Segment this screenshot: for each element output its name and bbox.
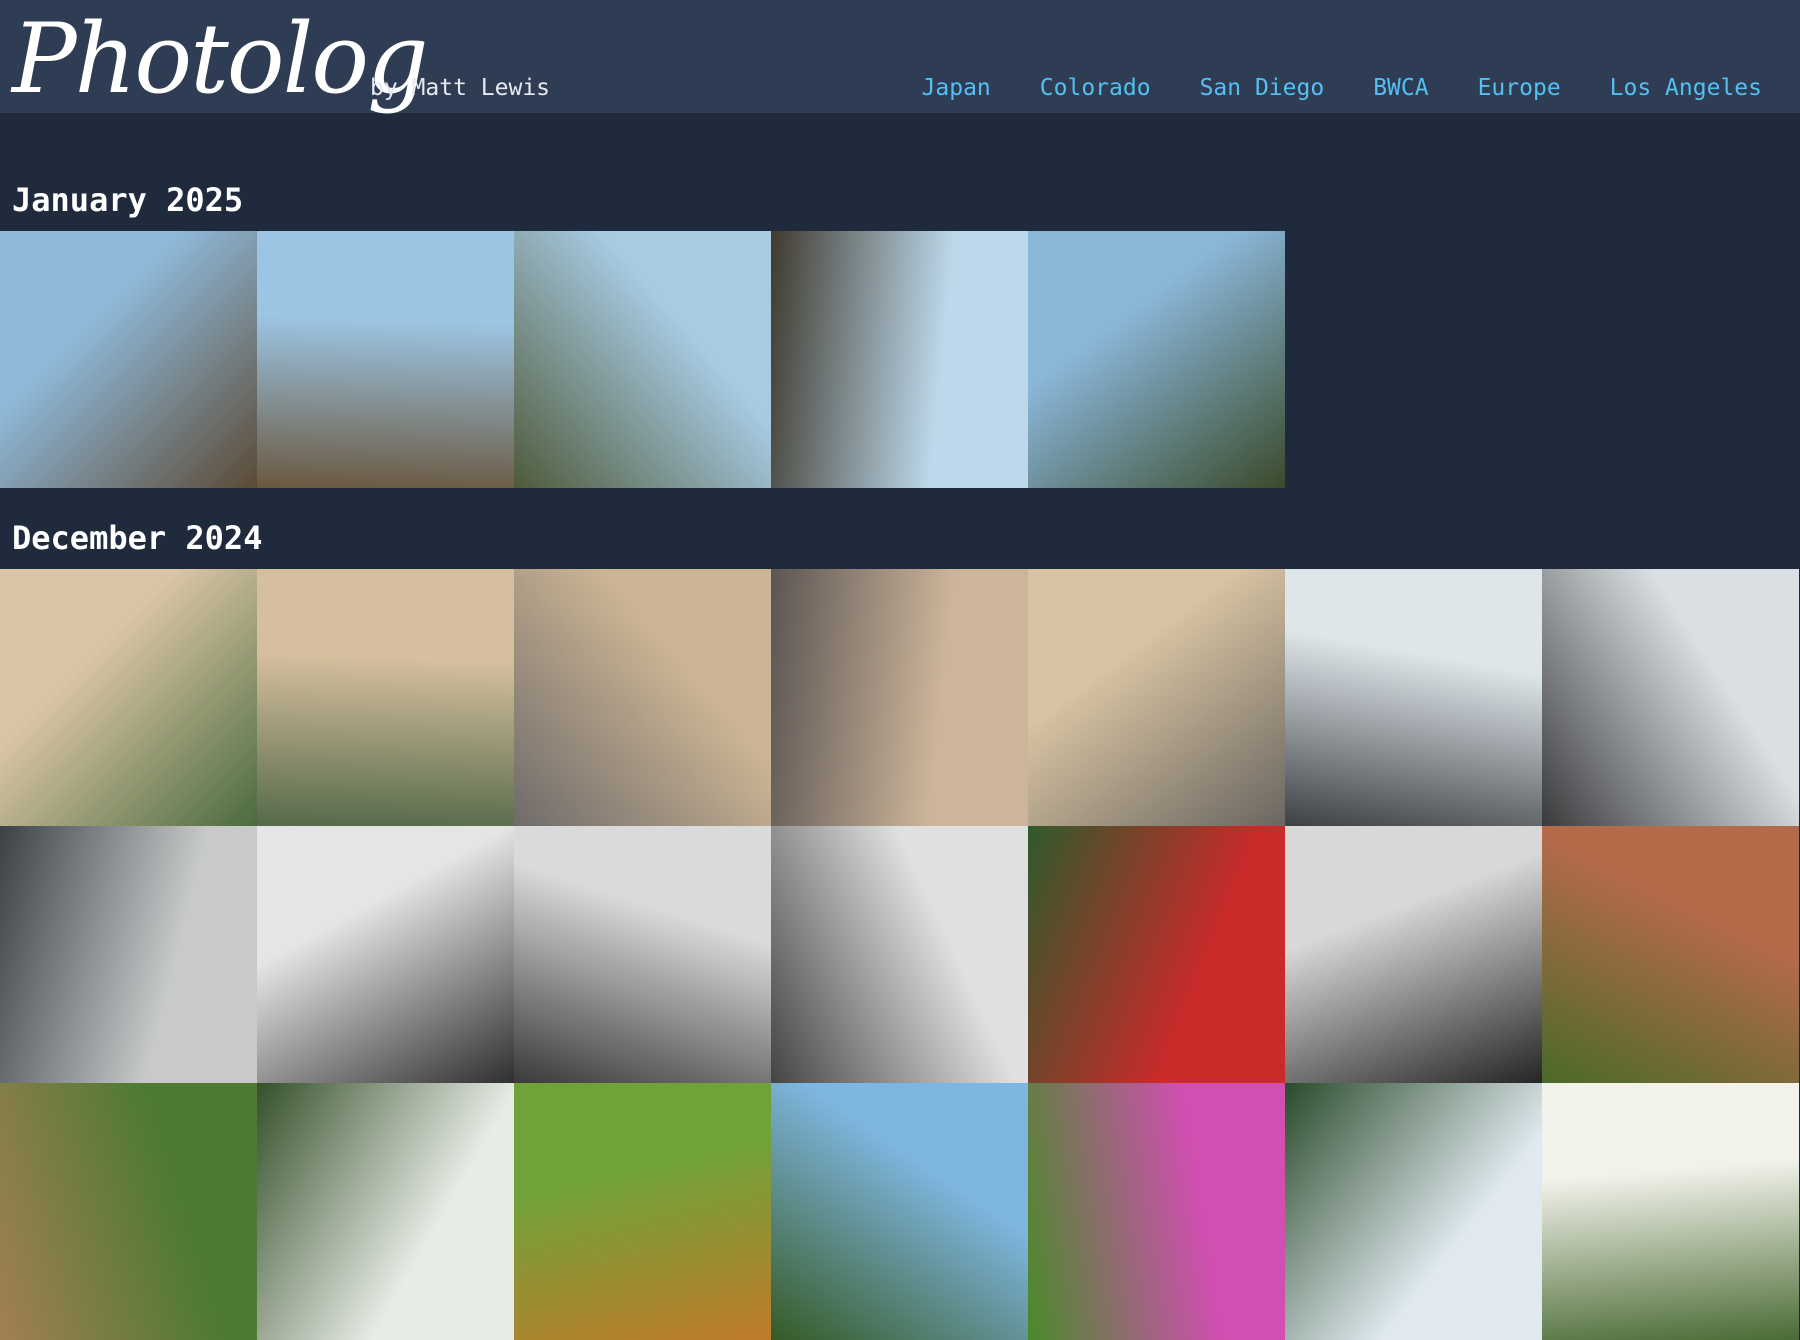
photo-thumbnail-geisel-library-side[interactable] — [771, 231, 1028, 488]
photo-grid-january-2025 — [0, 231, 1800, 488]
nav-link-colorado[interactable]: Colorado — [1040, 74, 1151, 102]
main-nav: Japan Colorado San Diego BWCA Europe Los… — [922, 74, 1762, 102]
nav-link-san-diego[interactable]: San Diego — [1200, 74, 1325, 102]
photo-thumbnail-roller-skater-dance[interactable] — [514, 569, 771, 826]
nav-link-europe[interactable]: Europe — [1478, 74, 1561, 102]
photo-thumbnail-lantern-trees[interactable] — [257, 1083, 514, 1340]
photo-thumbnail-crosswalk-bw[interactable] — [514, 826, 771, 1083]
nav-link-bwca[interactable]: BWCA — [1373, 74, 1428, 102]
photo-thumbnail-bougainvillea[interactable] — [1028, 1083, 1285, 1340]
photo-thumbnail-garden-topiary[interactable] — [0, 1083, 257, 1340]
section-title-january-2025: January 2025 — [12, 181, 244, 219]
photo-thumbnail-roller-skaters[interactable] — [257, 569, 514, 826]
site-logo[interactable]: Photolog — [12, 0, 429, 118]
photo-thumbnail-geisel-library-brutalist[interactable] — [0, 231, 257, 488]
photo-thumbnail-fan-palm[interactable] — [1285, 1083, 1542, 1340]
photo-thumbnail-palm-tree-sky[interactable] — [771, 1083, 1028, 1340]
photo-thumbnail-skateboarder-bowl[interactable] — [0, 826, 257, 1083]
photo-thumbnail-scooter-rider[interactable] — [1542, 569, 1799, 826]
photo-thumbnail-charlotte-tilbury-bw[interactable] — [771, 826, 1028, 1083]
photo-thumbnail-farmers-market-bw[interactable] — [1285, 826, 1542, 1083]
nav-link-japan[interactable]: Japan — [922, 74, 991, 102]
photo-thumbnail-christmas-ornaments[interactable] — [1028, 826, 1285, 1083]
photo-thumbnail-geisel-library-front[interactable] — [514, 231, 771, 488]
section-title-december-2024: December 2024 — [12, 519, 263, 557]
site-header: Photolog by Matt Lewis Japan Colorado Sa… — [0, 0, 1800, 115]
photo-thumbnail-geisel-library-overhang[interactable] — [257, 231, 514, 488]
site-byline: by Matt Lewis — [370, 75, 551, 101]
photo-thumbnail-palm-fronds[interactable] — [514, 1083, 771, 1340]
photo-thumbnail-skaters-sunset[interactable] — [1028, 569, 1285, 826]
photo-thumbnail-topiary[interactable] — [1542, 826, 1799, 1083]
photo-thumbnail-roller-skaters-crowd[interactable] — [771, 569, 1028, 826]
photo-thumbnail-library-trees[interactable] — [1028, 231, 1285, 488]
nav-link-los-angeles[interactable]: Los Angeles — [1610, 74, 1762, 102]
photo-grid-december-2024 — [0, 569, 1800, 1340]
photo-thumbnail-skatepark-jump[interactable] — [1285, 569, 1542, 826]
photo-thumbnail-fritzi-coop-bw[interactable] — [257, 826, 514, 1083]
photo-thumbnail-jasmine-flowers[interactable] — [1542, 1083, 1799, 1340]
photo-thumbnail-roller-skaters[interactable] — [0, 569, 257, 826]
